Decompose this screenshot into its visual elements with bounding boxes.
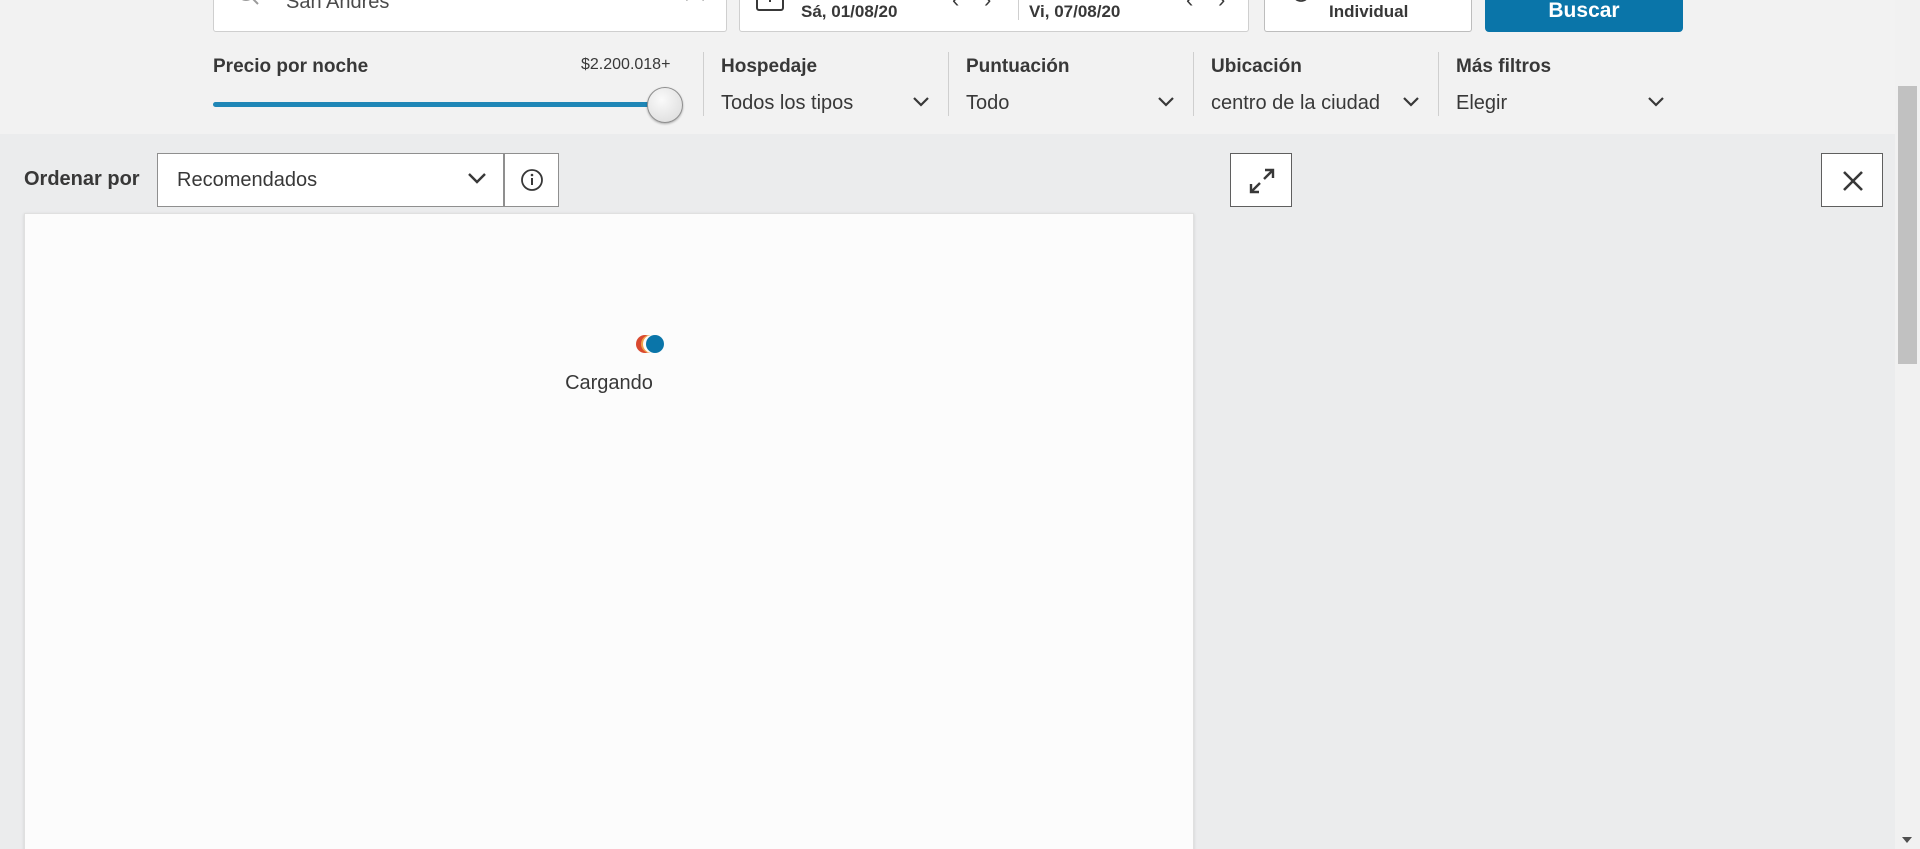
date-divider <box>1018 0 1019 20</box>
destination-input[interactable]: San Andrés <box>213 0 727 32</box>
filter-divider <box>1438 52 1439 116</box>
check-in-next-icon[interactable]: › <box>984 0 991 11</box>
search-button[interactable]: Buscar <box>1485 0 1683 32</box>
location-filter-label: Ubicación <box>1211 56 1302 77</box>
location-filter-value[interactable]: centro de la ciudad <box>1211 92 1380 115</box>
page-scrollbar[interactable] <box>1895 0 1920 849</box>
scrollbar-thumb[interactable] <box>1898 86 1917 364</box>
chevron-down-icon <box>467 171 487 190</box>
filter-divider <box>1193 52 1194 116</box>
check-out-next-icon[interactable]: › <box>1218 0 1225 11</box>
guests-value: Individual <box>1329 2 1409 21</box>
check-out-date[interactable]: Vi, 07/08/20 <box>1029 2 1120 22</box>
loading-spinner-icon <box>636 335 664 353</box>
more-filters-value[interactable]: Elegir <box>1456 92 1507 115</box>
guests-selector[interactable]: Individual <box>1264 0 1472 32</box>
person-icon <box>1289 0 1313 9</box>
expand-icon <box>1249 168 1275 194</box>
chevron-down-icon[interactable] <box>1402 95 1420 113</box>
check-in-prev-icon[interactable]: ‹ <box>952 0 959 11</box>
search-icon <box>236 0 262 15</box>
sort-info-button[interactable] <box>504 153 559 207</box>
results-panel: Cargando <box>24 213 1194 849</box>
price-filter-label: Precio por noche <box>213 56 369 77</box>
chevron-down-icon[interactable] <box>1647 95 1665 113</box>
info-icon <box>521 169 543 191</box>
calendar-icon <box>756 0 784 17</box>
rating-filter-value[interactable]: Todo <box>966 92 1009 115</box>
search-header: San Andrés Sá, 01/08/20 ‹ › Vi, 07/08/20… <box>0 0 1895 134</box>
sort-label: Ordenar por <box>24 168 140 190</box>
sort-value: Recomendados <box>177 169 318 191</box>
more-filters-label: Más filtros <box>1456 56 1552 77</box>
lodging-filter-value[interactable]: Todos los tipos <box>721 92 853 115</box>
price-slider-handle[interactable] <box>647 87 683 123</box>
filters-row: Precio por noche $2.200.018+ Hospedaje T… <box>0 50 1895 126</box>
chevron-down-icon[interactable] <box>1157 95 1175 113</box>
expand-map-button[interactable] <box>1230 153 1292 207</box>
clear-icon[interactable] <box>684 0 706 9</box>
date-range-picker[interactable]: Sá, 01/08/20 ‹ › Vi, 07/08/20 ‹ › <box>739 0 1249 32</box>
check-out-prev-icon[interactable]: ‹ <box>1186 0 1193 11</box>
scroll-down-arrow-icon[interactable] <box>1902 837 1912 843</box>
sort-select[interactable]: Recomendados <box>157 153 504 207</box>
loading-text: Cargando <box>565 372 653 394</box>
lodging-filter-label: Hospedaje <box>721 56 818 77</box>
filter-divider <box>948 52 949 116</box>
check-in-date[interactable]: Sá, 01/08/20 <box>801 2 897 22</box>
price-slider-track[interactable] <box>213 102 665 107</box>
filter-divider <box>703 52 704 116</box>
close-map-button[interactable] <box>1821 153 1883 207</box>
price-max-value: $2.200.018+ <box>581 56 671 73</box>
close-icon <box>1843 171 1863 191</box>
destination-value: San Andrés <box>286 0 390 13</box>
chevron-down-icon[interactable] <box>912 95 930 113</box>
rating-filter-label: Puntuación <box>966 56 1070 77</box>
